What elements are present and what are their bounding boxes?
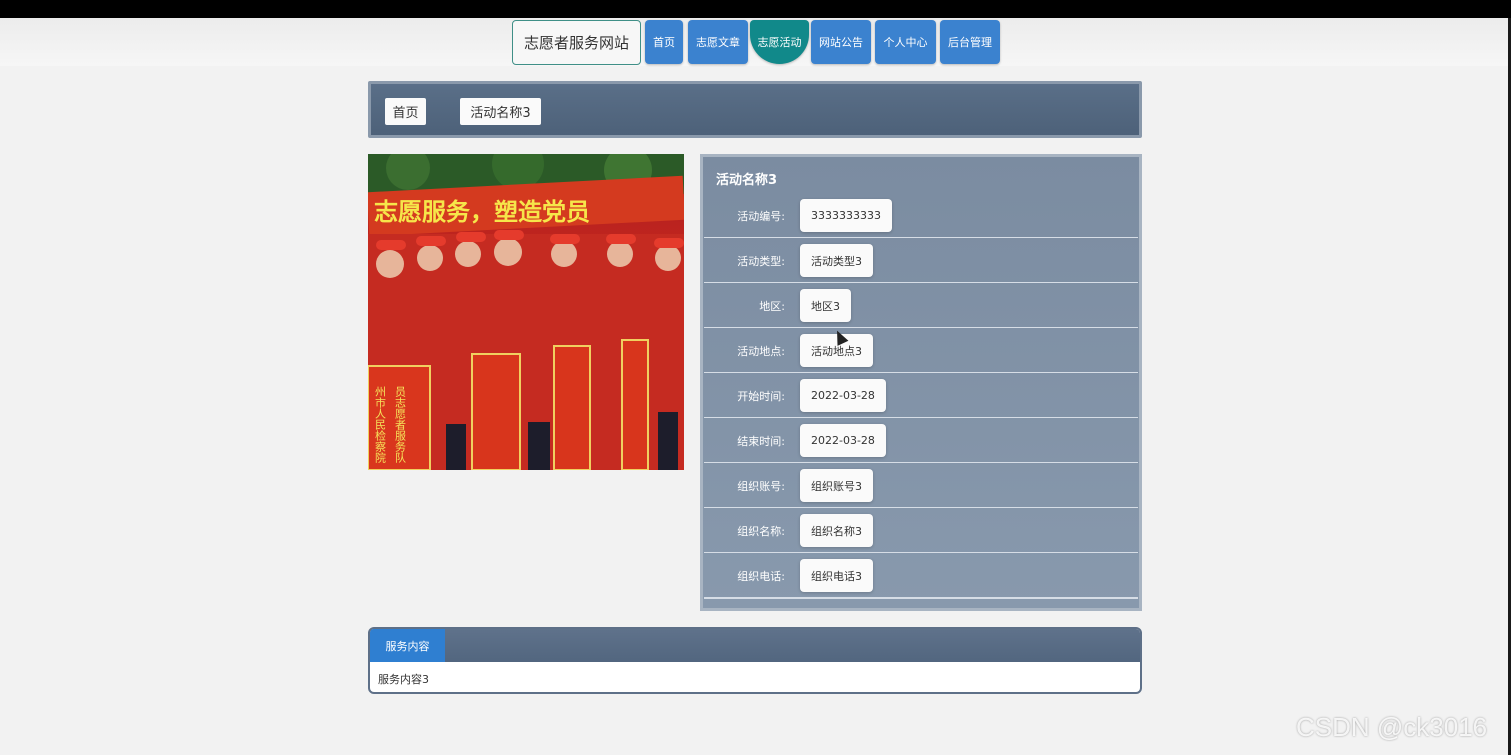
detail-label: 开始时间: — [737, 389, 785, 403]
nav-announcements[interactable]: 网站公告 — [811, 20, 871, 64]
banner-text: 志愿服务，塑造党员 — [374, 198, 590, 226]
activity-photo-illustration: 志愿服务，塑造党员 州市人民检察院 员志愿者服务队 — [368, 154, 684, 470]
breadcrumb: 首页 活动名称3 — [368, 81, 1142, 138]
detail-value: 活动类型3 — [800, 244, 873, 277]
nav-personal-center[interactable]: 个人中心 — [875, 20, 936, 64]
detail-row-end-time: 结束时间: 2022-03-28 — [704, 418, 1138, 463]
detail-row-org-phone: 组织电话: 组织电话3 — [704, 553, 1138, 598]
activity-details-panel: 活动名称3 活动编号: 3333333333 活动类型: 活动类型3 地区: 地… — [700, 154, 1142, 611]
detail-label: 地区: — [759, 299, 785, 313]
detail-value: 3333333333 — [800, 199, 892, 232]
detail-label: 活动地点: — [737, 344, 785, 358]
tab-service-content[interactable]: 服务内容 — [370, 629, 445, 662]
sign-text-1: 州市人民检察院 — [374, 386, 387, 463]
detail-row-id: 活动编号: 3333333333 — [704, 193, 1138, 238]
tab-bar: 服务内容 — [370, 629, 1140, 662]
window-top-bar — [0, 0, 1511, 18]
breadcrumb-home[interactable]: 首页 — [385, 98, 426, 125]
nav-admin[interactable]: 后台管理 — [940, 20, 1000, 64]
detail-value: 组织名称3 — [800, 514, 873, 547]
detail-value: 2022-03-28 — [800, 424, 886, 457]
detail-row-org-name: 组织名称: 组织名称3 — [704, 508, 1138, 553]
detail-label: 组织电话: — [737, 569, 785, 583]
detail-row-start-time: 开始时间: 2022-03-28 — [704, 373, 1138, 418]
detail-row-location: 活动地点: 活动地点3 — [704, 328, 1138, 373]
detail-value: 组织账号3 — [800, 469, 873, 502]
detail-value: 地区3 — [800, 289, 851, 322]
activity-photo: 志愿服务，塑造党员 州市人民检察院 员志愿者服务队 — [368, 154, 684, 470]
detail-value: 组织电话3 — [800, 559, 873, 592]
detail-label: 组织账号: — [737, 479, 785, 493]
breadcrumb-current: 活动名称3 — [460, 98, 541, 125]
detail-label: 结束时间: — [737, 434, 785, 448]
details-title: 活动名称3 — [716, 173, 778, 188]
detail-row-divider — [704, 598, 1138, 599]
watermark: CSDN @ck3016 — [1296, 712, 1488, 742]
detail-row-org-account: 组织账号: 组织账号3 — [704, 463, 1138, 508]
detail-label: 组织名称: — [737, 524, 785, 538]
detail-label: 活动类型: — [737, 254, 785, 268]
detail-row-region: 地区: 地区3 — [704, 283, 1138, 328]
detail-label: 活动编号: — [737, 209, 785, 223]
nav-articles[interactable]: 志愿文章 — [688, 20, 748, 64]
tab-content-text: 服务内容3 — [378, 673, 429, 686]
service-content-panel: 服务内容 服务内容3 — [368, 627, 1142, 694]
sign-text-2: 员志愿者服务队 — [394, 386, 407, 464]
nav-home[interactable]: 首页 — [645, 20, 683, 64]
detail-value: 2022-03-28 — [800, 379, 886, 412]
detail-row-type: 活动类型: 活动类型3 — [704, 238, 1138, 283]
site-title[interactable]: 志愿者服务网站 — [512, 20, 641, 65]
